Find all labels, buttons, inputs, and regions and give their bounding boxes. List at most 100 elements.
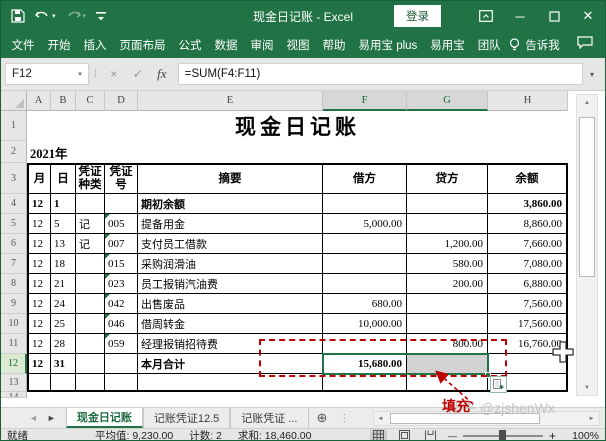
ribbon-tab-易用宝[interactable]: 易用宝: [424, 31, 472, 58]
ribbon-tab-文件[interactable]: 文件: [5, 31, 41, 58]
row-header-7[interactable]: 7: [1, 254, 27, 274]
cell-G10[interactable]: [407, 314, 488, 334]
cell-F11[interactable]: [323, 334, 407, 354]
cell-G12[interactable]: 2,780.00: [407, 354, 488, 374]
cell-E10[interactable]: 借周转金: [138, 314, 323, 334]
hscroll-left-icon[interactable]: ◄: [374, 416, 387, 422]
ribbon-tab-页面布局[interactable]: 页面布局: [113, 31, 172, 58]
ribbon-tab-开始[interactable]: 开始: [41, 31, 77, 58]
cell-B9[interactable]: 24: [51, 294, 76, 314]
normal-view-icon[interactable]: [370, 429, 387, 441]
login-button[interactable]: 登录: [394, 5, 441, 27]
comment-icon[interactable]: [577, 36, 593, 54]
autofill-options-button[interactable]: [490, 376, 507, 393]
sheet-tab-现金日记账[interactable]: 现金日记账: [66, 408, 143, 428]
table-header-日[interactable]: 日: [51, 163, 76, 194]
cell-G7[interactable]: 580.00: [407, 254, 488, 274]
zoom-out-icon[interactable]: —: [448, 431, 457, 441]
row-header-1[interactable]: 1: [1, 111, 27, 141]
cell-H10[interactable]: 17,560.00: [488, 314, 568, 334]
zoom-slider-thumb[interactable]: [499, 430, 506, 441]
row-header-9[interactable]: 9: [1, 294, 27, 314]
cell-H7[interactable]: 7,080.00: [488, 254, 568, 274]
cell-B5[interactable]: 5: [51, 214, 76, 234]
ribbon-display-options-icon[interactable]: [469, 1, 503, 31]
table-header-贷方[interactable]: 贷方: [407, 163, 488, 194]
ribbon-tab-审阅[interactable]: 审阅: [244, 31, 280, 58]
horizontal-scrollbar[interactable]: ◄ ►: [373, 411, 600, 426]
ribbon-tab-插入[interactable]: 插入: [77, 31, 113, 58]
table-header-月[interactable]: 月: [27, 163, 51, 194]
cell-A4[interactable]: 12: [27, 194, 51, 214]
cancel-icon[interactable]: ×: [102, 67, 126, 81]
cell-E6[interactable]: 支付员工借款: [138, 234, 323, 254]
insert-function-icon[interactable]: fx: [150, 66, 174, 82]
cell-C12[interactable]: [76, 354, 105, 374]
cell-F9[interactable]: 680.00: [323, 294, 407, 314]
cell-B8[interactable]: 21: [51, 274, 76, 294]
sheet-nav-right-icon[interactable]: ►: [47, 413, 56, 423]
cell-G9[interactable]: [407, 294, 488, 314]
cell-F4[interactable]: [323, 194, 407, 214]
select-all-corner[interactable]: [1, 91, 27, 111]
hscroll-right-icon[interactable]: ►: [585, 416, 598, 422]
cell-A8[interactable]: 12: [27, 274, 51, 294]
cell-C4[interactable]: [76, 194, 105, 214]
cell-A5[interactable]: 12: [27, 214, 51, 234]
page-break-view-icon[interactable]: [422, 429, 439, 441]
cell-A13[interactable]: [27, 374, 51, 392]
cell-C11[interactable]: [76, 334, 105, 354]
cell-G4[interactable]: [407, 194, 488, 214]
cell-D11[interactable]: 059: [105, 334, 138, 354]
column-header-E[interactable]: E: [138, 91, 323, 111]
column-header-B[interactable]: B: [51, 91, 76, 111]
scroll-up-icon[interactable]: ▲: [577, 95, 597, 110]
tell-me[interactable]: 告诉我: [509, 37, 560, 53]
cell-C10[interactable]: [76, 314, 105, 334]
cell-H4[interactable]: 3,860.00: [488, 194, 568, 214]
ribbon-tab-视图[interactable]: 视图: [280, 31, 316, 58]
ribbon-tab-易用宝 plus[interactable]: 易用宝 plus: [352, 31, 424, 58]
row-header-13[interactable]: 13: [1, 374, 27, 392]
table-header-凭证号[interactable]: 凭证号: [105, 163, 138, 194]
cell-F13[interactable]: [323, 374, 407, 392]
row-header-6[interactable]: 6: [1, 234, 27, 254]
table-header-凭证种类[interactable]: 凭证种类: [76, 163, 105, 194]
ribbon-tab-数据[interactable]: 数据: [208, 31, 244, 58]
row-header-8[interactable]: 8: [1, 274, 27, 294]
cell-C8[interactable]: [76, 274, 105, 294]
cell-H12[interactable]: [488, 354, 568, 374]
cell-G8[interactable]: 200.00: [407, 274, 488, 294]
zoom-slider[interactable]: [463, 435, 543, 437]
cell-E7[interactable]: 采购润滑油: [138, 254, 323, 274]
cell-G13[interactable]: [407, 374, 488, 392]
row-header-11[interactable]: 11: [1, 334, 27, 354]
vertical-scrollbar[interactable]: ▲ ▼: [576, 94, 598, 396]
undo-icon[interactable]: ▾: [35, 10, 56, 22]
cell-C9[interactable]: [76, 294, 105, 314]
sheet-nav-left-icon[interactable]: ◄: [29, 413, 38, 423]
column-header-A[interactable]: A: [27, 91, 51, 111]
enter-icon[interactable]: ✓: [126, 67, 150, 81]
cell-D13[interactable]: [105, 374, 138, 392]
cell-C13[interactable]: [76, 374, 105, 392]
column-header-G[interactable]: G: [407, 91, 488, 111]
cell-G6[interactable]: 1,200.00: [407, 234, 488, 254]
cell-E12[interactable]: 本月合计: [138, 354, 323, 374]
row-header-5[interactable]: 5: [1, 214, 27, 234]
cell-A12[interactable]: 12: [27, 354, 51, 374]
cell-G11[interactable]: 800.00: [407, 334, 488, 354]
redo-icon[interactable]: ▾: [66, 10, 87, 22]
sheet-tab-记账凭证 ...[interactable]: 记账凭证 ...: [230, 408, 308, 428]
cell-A6[interactable]: 12: [27, 234, 51, 254]
row-header-14[interactable]: 14: [1, 392, 27, 398]
cell-D6[interactable]: 007: [105, 234, 138, 254]
row-header-4[interactable]: 4: [1, 194, 27, 214]
cell-E11[interactable]: 经理报销招待费: [138, 334, 323, 354]
cell-F8[interactable]: [323, 274, 407, 294]
table-header-余额[interactable]: 余额: [488, 163, 568, 194]
cell-C6[interactable]: 记: [76, 234, 105, 254]
sheet-tab-记账凭证12.5[interactable]: 记账凭证12.5: [143, 408, 230, 428]
cell-A9[interactable]: 12: [27, 294, 51, 314]
cell-D8[interactable]: 023: [105, 274, 138, 294]
